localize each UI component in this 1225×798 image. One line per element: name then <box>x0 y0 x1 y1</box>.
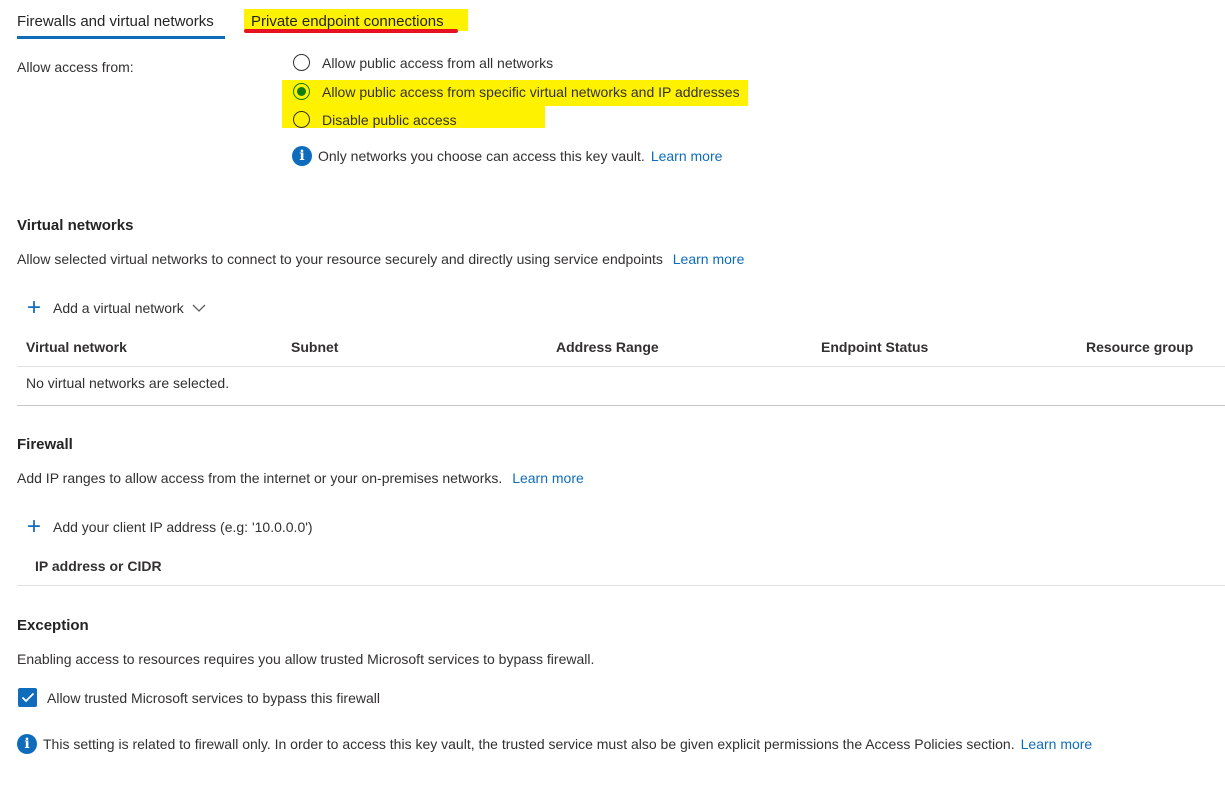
add-virtual-network-label: Add a virtual network <box>53 300 184 316</box>
section-divider <box>17 405 1225 406</box>
column-endpoint-status[interactable]: Endpoint Status <box>821 339 928 355</box>
add-client-ip-button[interactable]: + Add your client IP address (e.g: '10.0… <box>25 513 313 540</box>
add-virtual-network-button[interactable]: + Add a virtual network <box>25 294 206 321</box>
exception-info-text: This setting is related to firewall only… <box>43 736 1015 752</box>
virtual-networks-description-text: Allow selected virtual networks to conne… <box>17 251 663 267</box>
trusted-services-label: Allow trusted Microsoft services to bypa… <box>47 689 380 706</box>
exception-description: Enabling access to resources requires yo… <box>17 651 595 667</box>
firewall-learn-more-link[interactable]: Learn more <box>512 470 584 486</box>
virtual-networks-description: Allow selected virtual networks to conne… <box>17 251 744 267</box>
radio-button[interactable] <box>293 111 310 128</box>
virtual-networks-title: Virtual networks <box>17 217 134 234</box>
firewall-description-text: Add IP ranges to allow access from the i… <box>17 470 503 486</box>
exception-title: Exception <box>17 617 89 634</box>
radio-button[interactable] <box>293 54 310 71</box>
column-resource-group[interactable]: Resource group <box>1086 339 1193 355</box>
virtual-networks-empty-text: No virtual networks are selected. <box>26 375 230 391</box>
trusted-services-checkbox-row[interactable]: Allow trusted Microsoft services to bypa… <box>18 688 380 707</box>
access-info-text: Only networks you choose can access this… <box>318 148 645 164</box>
plus-icon: + <box>26 294 41 321</box>
exception-learn-more-link[interactable]: Learn more <box>1021 736 1093 752</box>
chevron-down-icon <box>192 304 206 312</box>
column-address-range[interactable]: Address Range <box>556 339 659 355</box>
column-subnet[interactable]: Subnet <box>291 339 338 355</box>
trusted-services-checkbox[interactable] <box>18 688 37 707</box>
exception-info: i This setting is related to firewall on… <box>17 734 1092 754</box>
table-header-divider <box>17 366 1225 367</box>
radio-label: Allow public access from all networks <box>322 54 554 71</box>
radio-all-networks[interactable]: Allow public access from all networks <box>293 54 553 71</box>
allow-access-label: Allow access from: <box>17 59 134 75</box>
firewall-description: Add IP ranges to allow access from the i… <box>17 470 584 486</box>
radio-disable-public-access[interactable]: Disable public access <box>293 111 457 128</box>
annotation-underline <box>244 29 458 33</box>
active-tab-indicator <box>17 36 225 39</box>
radio-label: Disable public access <box>322 111 457 128</box>
radio-label: Allow public access from specific virtua… <box>322 83 740 100</box>
radio-button-selected[interactable] <box>293 83 310 100</box>
access-learn-more-link[interactable]: Learn more <box>651 148 723 164</box>
info-icon: i <box>17 734 37 754</box>
checkmark-icon <box>21 692 34 703</box>
firewall-table-divider <box>17 585 1225 586</box>
info-icon: i <box>292 146 312 166</box>
plus-icon: + <box>26 513 41 540</box>
firewall-title: Firewall <box>17 436 73 453</box>
add-client-ip-label: Add your client IP address (e.g: '10.0.0… <box>53 519 313 535</box>
access-info: i Only networks you choose can access th… <box>292 146 722 166</box>
column-virtual-network[interactable]: Virtual network <box>26 339 127 355</box>
tab-private-endpoint-connections[interactable]: Private endpoint connections <box>251 13 444 30</box>
virtual-networks-learn-more-link[interactable]: Learn more <box>673 251 745 267</box>
column-ip-address-or-cidr: IP address or CIDR <box>35 558 162 574</box>
tab-firewalls-and-virtual-networks[interactable]: Firewalls and virtual networks <box>17 13 214 30</box>
radio-specific-networks[interactable]: Allow public access from specific virtua… <box>293 83 740 100</box>
